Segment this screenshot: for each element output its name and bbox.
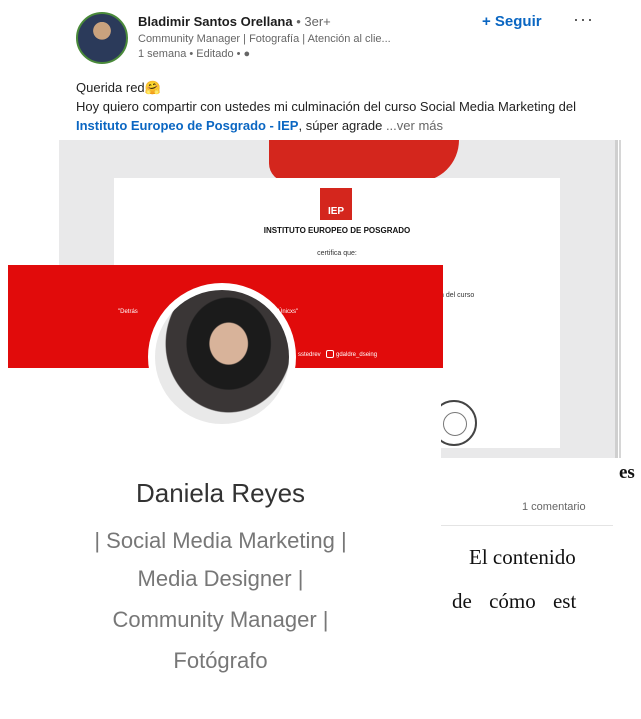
profile-name: Daniela Reyes: [135, 478, 306, 508]
banner-handle-left: sstedrev: [298, 352, 321, 358]
connection-degree: • 3er+: [292, 14, 331, 29]
red-shape: [269, 140, 459, 182]
iep-link[interactable]: Instituto Europeo de Posgrado - IEP: [76, 118, 298, 133]
profile-headline-line: Community Manager |: [112, 607, 329, 632]
profile-headline-line: Media Designer |: [137, 566, 304, 591]
globe-icon: ●: [243, 48, 251, 60]
post-time-text: 1 semana • Editado •: [138, 48, 244, 60]
more-options-icon[interactable]: ···: [573, 9, 594, 30]
document-text: El contenido: [469, 545, 576, 569]
course-text: n del curso: [440, 292, 475, 299]
greeting-text: Querida red: [76, 80, 145, 95]
post-text: Querida red🤗 Hoy quiero compartir con us…: [76, 78, 616, 135]
author-name[interactable]: Bladimir Santos Orellana: [138, 14, 293, 29]
document-text: de cómo est: [452, 589, 577, 613]
post-header: Bladimir Santos Orellana • 3er+ Communit…: [0, 0, 641, 138]
divider: [441, 525, 613, 526]
author-line[interactable]: Bladimir Santos Orellana • 3er+: [138, 14, 331, 29]
profile-headline-line: Fotógrafo: [173, 648, 268, 673]
institution-name: INSTITUTO EUROPEO DE POSGRADO: [263, 226, 411, 235]
banner-quote-left: "Detrás: [118, 309, 138, 315]
instagram-icon: [326, 350, 334, 358]
hug-emoji-icon: 🤗: [144, 80, 161, 95]
see-more-link[interactable]: ...ver más: [386, 118, 443, 133]
body-text-end: , súper agrade: [298, 118, 383, 133]
comments-count[interactable]: 1 comentario: [522, 501, 586, 513]
certifica-text: certifica que:: [317, 250, 357, 257]
profile-photo[interactable]: [155, 290, 289, 424]
author-headline: Community Manager | Fotografía | Atenció…: [138, 33, 391, 45]
follow-button[interactable]: + Seguir: [482, 13, 542, 30]
profile-headline-line: | Social Media Marketing |: [94, 528, 347, 553]
body-text: Hoy quiero compartir con ustedes mi culm…: [76, 99, 577, 114]
banner-handle-right: gdaldre_dseing: [336, 352, 378, 358]
iep-logo: IEP: [320, 188, 352, 220]
document-fragment: es: [619, 462, 635, 483]
author-avatar[interactable]: [76, 12, 128, 64]
post-time: 1 semana • Editado • ●: [138, 48, 250, 60]
divider: [619, 140, 621, 458]
